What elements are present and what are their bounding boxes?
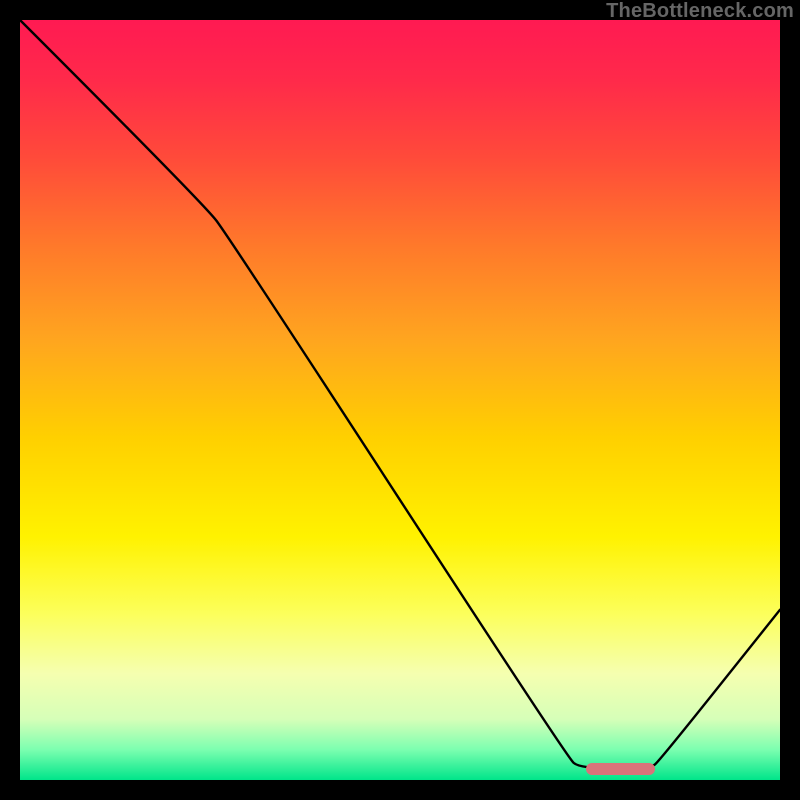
watermark-text: TheBottleneck.com bbox=[606, 0, 794, 23]
gradient-background bbox=[20, 20, 780, 780]
chart-frame: TheBottleneck.com bbox=[0, 0, 800, 800]
optimum-marker bbox=[586, 763, 654, 775]
